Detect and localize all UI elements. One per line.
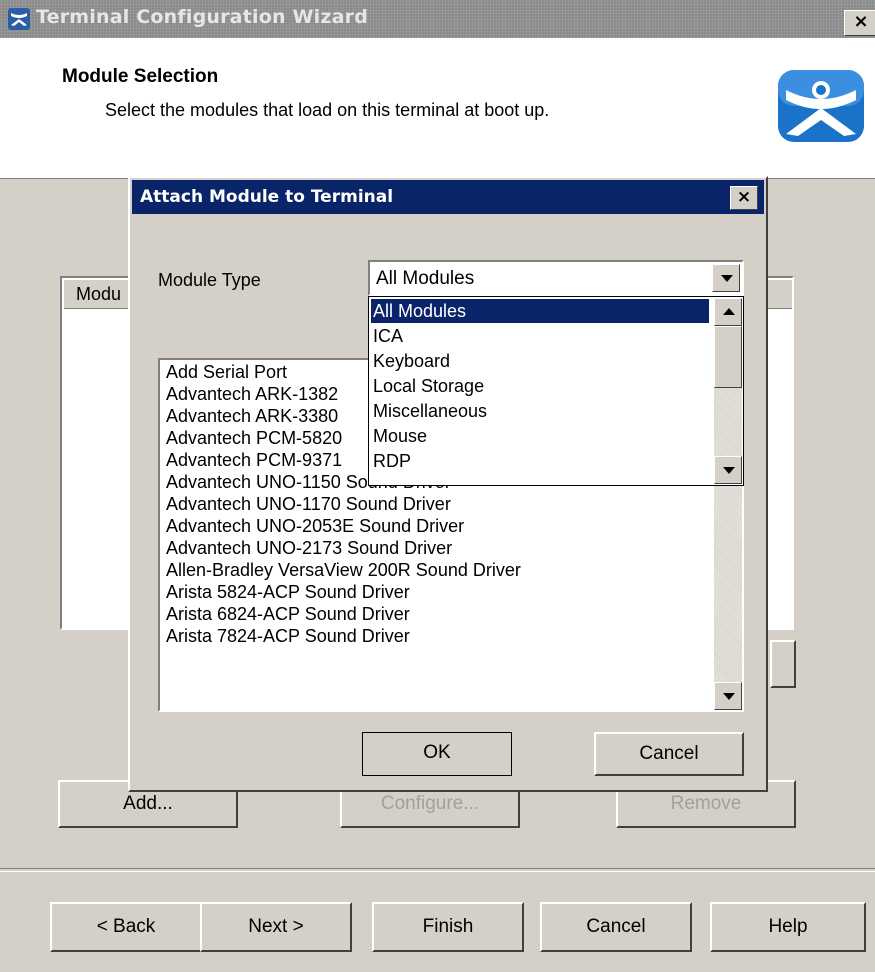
- title-bar[interactable]: Terminal Configuration Wizard ×: [0, 0, 875, 38]
- list-item[interactable]: Arista 7824-ACP Sound Driver: [166, 626, 410, 647]
- list-item[interactable]: Advantech UNO-1170 Sound Driver: [166, 494, 451, 515]
- list-item[interactable]: Advantech UNO-2053E Sound Driver: [166, 516, 464, 537]
- dropdown-option[interactable]: Miscellaneous: [371, 399, 709, 423]
- list-item[interactable]: Advantech PCM-9371: [166, 450, 342, 471]
- dialog-title: Attach Module to Terminal: [140, 187, 394, 207]
- thinmanager-icon: [8, 8, 30, 30]
- ok-button-label: OK: [423, 742, 451, 763]
- window-title: Terminal Configuration Wizard: [36, 6, 369, 28]
- wizard-window: Terminal Configuration Wizard × Module S…: [0, 0, 875, 972]
- dropdown-option[interactable]: Local Storage: [371, 374, 709, 398]
- dropdown-arrow-button[interactable]: [712, 264, 740, 292]
- dialog-title-bar[interactable]: Attach Module to Terminal ×: [132, 180, 764, 214]
- scroll-thumb[interactable]: [714, 326, 742, 388]
- chevron-down-icon: [723, 467, 735, 474]
- wizard-header: Module Selection Select the modules that…: [0, 38, 875, 179]
- list-item[interactable]: Allen-Bradley VersaView 200R Sound Drive…: [166, 560, 521, 581]
- dropdown-option[interactable]: ICA: [371, 324, 709, 348]
- scroll-up-button[interactable]: [714, 298, 742, 326]
- cancel-button[interactable]: Cancel: [540, 902, 692, 952]
- module-type-label: Module Type: [158, 270, 261, 290]
- finish-button-label: Finish: [422, 916, 474, 937]
- attach-module-dialog: Attach Module to Terminal × Module Type …: [128, 176, 768, 792]
- page-subtitle: Select the modules that load on this ter…: [105, 100, 550, 120]
- list-item[interactable]: Arista 6824-ACP Sound Driver: [166, 604, 410, 625]
- scroll-down-button[interactable]: [714, 456, 742, 484]
- help-button-label: Help: [768, 916, 808, 937]
- back-button[interactable]: < Back: [50, 902, 202, 952]
- chevron-down-icon: [721, 275, 733, 282]
- dropdown-option[interactable]: Mouse: [371, 424, 709, 448]
- dropdown-option[interactable]: RDP: [371, 449, 709, 473]
- chevron-down-icon: [723, 693, 735, 700]
- module-type-value: All Modules: [376, 268, 475, 289]
- footer-divider: [0, 868, 875, 872]
- ok-button[interactable]: OK: [362, 732, 512, 776]
- dropdown-option[interactable]: Keyboard: [371, 349, 709, 373]
- dialog-close-button[interactable]: ×: [730, 186, 758, 210]
- page-title: Module Selection: [62, 66, 219, 87]
- list-item[interactable]: Add Serial Port: [166, 362, 287, 383]
- list-item[interactable]: Advantech ARK-1382: [166, 384, 338, 405]
- chevron-up-icon: [723, 308, 735, 315]
- module-type-dropdown[interactable]: All Modules ICA Keyboard Local Storage M…: [368, 296, 744, 486]
- next-button[interactable]: Next >: [200, 902, 352, 952]
- list-item[interactable]: Advantech ARK-3380: [166, 406, 338, 427]
- module-type-select[interactable]: All Modules: [368, 260, 744, 296]
- back-button-label: < Back: [96, 916, 156, 937]
- add-button-label: Add...: [123, 793, 173, 814]
- thinmanager-logo-icon: [778, 70, 864, 142]
- dialog-cancel-label: Cancel: [639, 743, 699, 764]
- dialog-cancel-button[interactable]: Cancel: [594, 732, 744, 776]
- scroll-down-button[interactable]: [714, 682, 742, 710]
- cancel-button-label: Cancel: [586, 916, 646, 937]
- list-item[interactable]: Advantech UNO-2173 Sound Driver: [166, 538, 452, 559]
- close-icon: ×: [853, 11, 869, 32]
- remove-button-label: Remove: [670, 793, 742, 814]
- list-item[interactable]: Advantech PCM-5820: [166, 428, 342, 449]
- close-button[interactable]: ×: [844, 10, 875, 36]
- list-item[interactable]: Arista 5824-ACP Sound Driver: [166, 582, 410, 603]
- configure-button-label: Configure...: [380, 793, 480, 814]
- help-button[interactable]: Help: [710, 902, 866, 952]
- close-icon: ×: [736, 187, 752, 207]
- module-action-button-partial[interactable]: [770, 640, 796, 688]
- finish-button[interactable]: Finish: [372, 902, 524, 952]
- module-column-label: Modu: [76, 284, 122, 304]
- dropdown-scrollbar[interactable]: [714, 298, 742, 484]
- next-button-label: Next >: [248, 916, 304, 937]
- dropdown-option[interactable]: All Modules: [371, 299, 709, 323]
